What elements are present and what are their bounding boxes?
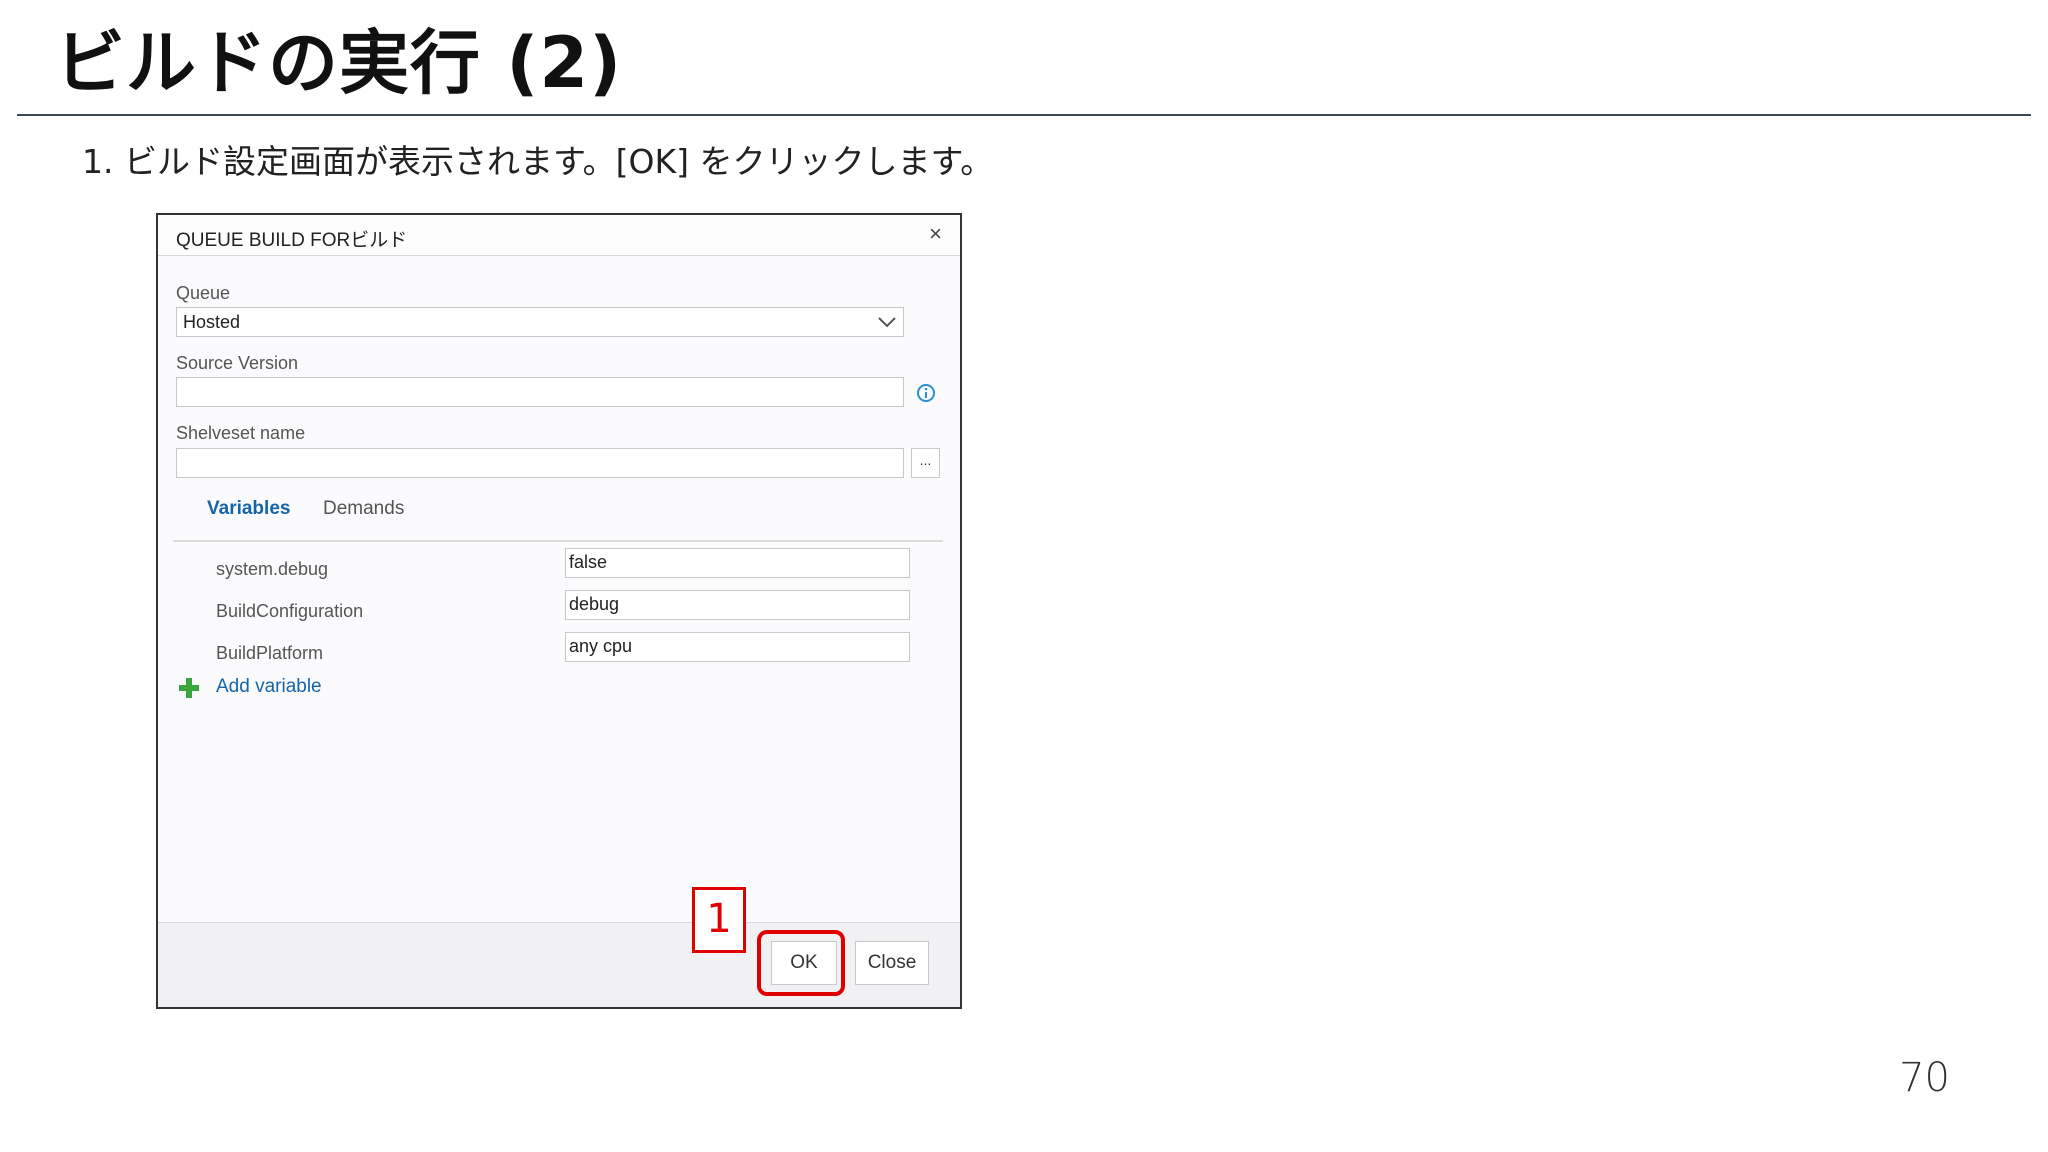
queue-build-dialog: QUEUE BUILD FORビルド × Queue Hosted Source…	[156, 213, 962, 1009]
info-icon[interactable]	[915, 382, 937, 404]
source-version-input[interactable]	[176, 377, 904, 407]
variable-value: any cpu	[569, 636, 633, 656]
add-variable-link[interactable]: Add variable	[216, 676, 322, 698]
chevron-down-icon	[878, 317, 896, 328]
slide-title: ビルドの実行 (2)	[55, 22, 623, 104]
dialog-title: QUEUE BUILD FORビルド	[176, 230, 408, 251]
queue-select-value: Hosted	[183, 312, 241, 332]
variable-value: false	[569, 552, 608, 572]
variable-name: BuildPlatform	[216, 643, 324, 663]
close-icon[interactable]: ×	[929, 221, 942, 247]
plus-icon[interactable]	[178, 677, 200, 699]
browse-shelveset-button[interactable]: ...	[911, 448, 940, 478]
title-divider	[17, 114, 2031, 116]
page-number: 70	[1899, 1055, 1950, 1101]
shelveset-label: Shelveset name	[176, 423, 306, 443]
variable-name: system.debug	[216, 559, 329, 579]
tabs-divider	[173, 540, 943, 542]
variable-value: debug	[569, 594, 620, 614]
variable-value-input[interactable]: debug	[565, 590, 910, 620]
queue-label: Queue	[176, 283, 231, 303]
queue-select[interactable]: Hosted	[176, 307, 904, 337]
close-button[interactable]: Close	[855, 941, 929, 985]
variable-name: BuildConfiguration	[216, 601, 364, 621]
dialog-header: QUEUE BUILD FORビルド ×	[158, 215, 960, 256]
source-version-label: Source Version	[176, 353, 299, 373]
ok-highlight-ring	[757, 930, 845, 996]
step-instruction: 1. ビルド設定画面が表示されます。[OK] をクリックします。	[82, 142, 994, 181]
tab-demands[interactable]: Demands	[323, 498, 404, 520]
tab-variables[interactable]: Variables	[207, 498, 290, 520]
variable-value-input[interactable]: any cpu	[565, 632, 910, 662]
shelveset-input[interactable]	[176, 448, 904, 478]
variable-value-input[interactable]: false	[565, 548, 910, 578]
step-callout-badge: 1	[692, 887, 746, 953]
